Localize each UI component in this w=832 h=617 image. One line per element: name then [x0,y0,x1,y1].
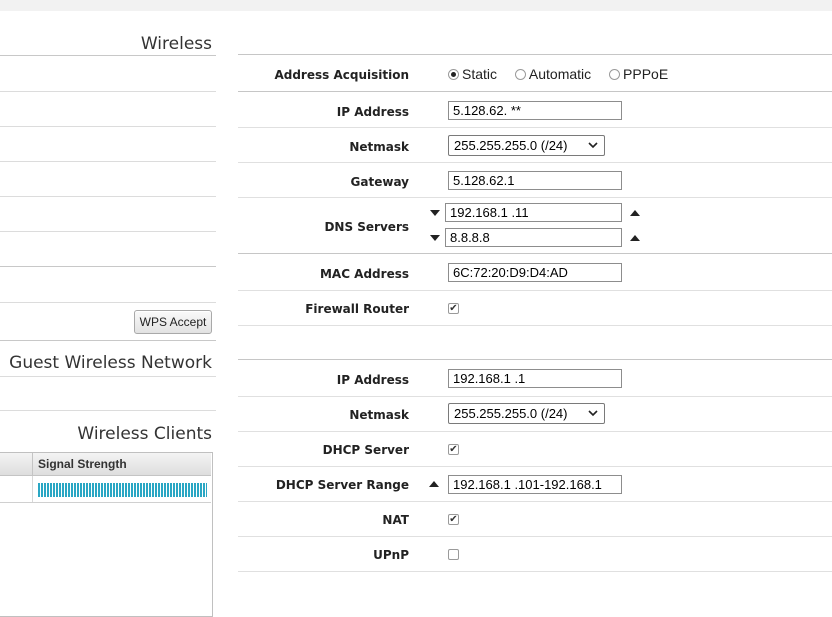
move-up-icon[interactable] [630,235,640,241]
divider [0,161,216,162]
automatic-radio-label[interactable]: Automatic [529,66,591,82]
nat-checkbox[interactable]: ✔ [448,514,459,525]
static-radio-label[interactable]: Static [462,66,497,82]
checkmark-icon: ✔ [449,303,458,314]
divider [0,302,216,303]
table-header: Signal Strength [0,453,211,476]
divider [238,290,832,291]
divider [0,340,216,341]
divider [0,91,216,92]
divider [0,410,216,411]
mac-address-label: MAC Address [319,267,409,281]
divider [0,196,216,197]
checkmark-icon: ✔ [449,444,458,455]
divider [238,571,832,572]
firewall-router-label: Firewall Router [305,302,409,316]
guest-network-title: Guest Wireless Network [9,353,212,373]
right-panel: Address Acquisition Static Automatic PPP… [238,11,832,605]
dhcp-server-label: DHCP Server [322,443,409,457]
column-divider [32,476,33,502]
nat-label: NAT [382,513,409,527]
wps-accept-button[interactable]: WPS Accept [134,310,212,334]
gateway-field[interactable]: 5.128.62.1 [448,171,622,190]
lan-ip-address-field[interactable]: 192.168.1 .1 [448,369,622,388]
top-bar [0,0,832,11]
divider [238,396,832,397]
chevron-down-icon [588,142,598,149]
upnp-label: UPnP [373,548,409,562]
netmask-label: Netmask [349,140,409,154]
divider [0,376,216,377]
ip-address-label: IP Address [336,105,409,119]
signal-strength-header[interactable]: Signal Strength [38,457,127,471]
divider [238,359,832,360]
lan-netmask-label: Netmask [349,408,409,422]
automatic-radio[interactable] [514,69,526,80]
wireless-clients-title: Wireless Clients [77,424,212,444]
netmask-select[interactable]: 255.255.255.0 (/24) [448,135,605,156]
firewall-router-checkbox[interactable]: ✔ [448,303,459,314]
address-acquisition-label: Address Acquisition [274,68,409,82]
dhcp-range-label: DHCP Server Range [275,478,409,492]
mac-address-field[interactable]: 6C:72:20:D9:D4:AD [448,263,622,282]
divider [238,127,832,128]
divider [238,91,832,92]
pppoe-radio-label[interactable]: PPPoE [623,66,668,82]
pppoe-radio[interactable] [609,69,621,80]
divider [0,231,216,232]
divider [238,466,832,467]
static-radio[interactable] [448,69,459,80]
signal-strength-bar [38,483,207,497]
lan-netmask-select-value: 255.255.255.0 (/24) [454,406,568,421]
upnp-checkbox[interactable] [448,549,459,560]
divider [238,325,832,326]
divider [238,501,832,502]
divider [238,536,832,537]
divider [238,162,832,163]
checkmark-icon: ✔ [449,514,458,525]
divider [238,253,832,254]
wireless-clients-table: Signal Strength [0,452,213,617]
divider [238,54,832,55]
move-down-icon[interactable] [430,235,440,241]
divider [0,266,216,267]
move-up-icon[interactable] [630,210,640,216]
divider [0,55,216,56]
dns-server-2-field[interactable]: 8.8.8.8 [445,228,622,247]
dhcp-server-checkbox[interactable]: ✔ [448,444,459,455]
dns-servers-label: DNS Servers [324,220,409,234]
move-down-icon[interactable] [430,210,440,216]
divider [238,197,832,198]
move-up-icon[interactable] [429,481,439,487]
dns-server-1-field[interactable]: 192.168.1 .11 [445,203,622,222]
lan-ip-address-label: IP Address [336,373,409,387]
chevron-down-icon [588,410,598,417]
left-panel: Wireless WPS Accept Guest Wireless Netwo… [0,11,216,617]
gateway-label: Gateway [350,175,409,189]
netmask-select-value: 255.255.255.0 (/24) [454,138,568,153]
divider [238,431,832,432]
table-row[interactable] [0,476,211,503]
dhcp-range-field[interactable]: 192.168.1 .101-192.168.1 [448,475,622,494]
column-divider [32,453,33,475]
divider [0,126,216,127]
lan-netmask-select[interactable]: 255.255.255.0 (/24) [448,403,605,424]
wireless-section-title: Wireless [140,34,212,54]
ip-address-field[interactable]: 5.128.62. ** [448,101,622,120]
address-acquisition-radio-group: Static Automatic PPPoE [448,66,682,82]
